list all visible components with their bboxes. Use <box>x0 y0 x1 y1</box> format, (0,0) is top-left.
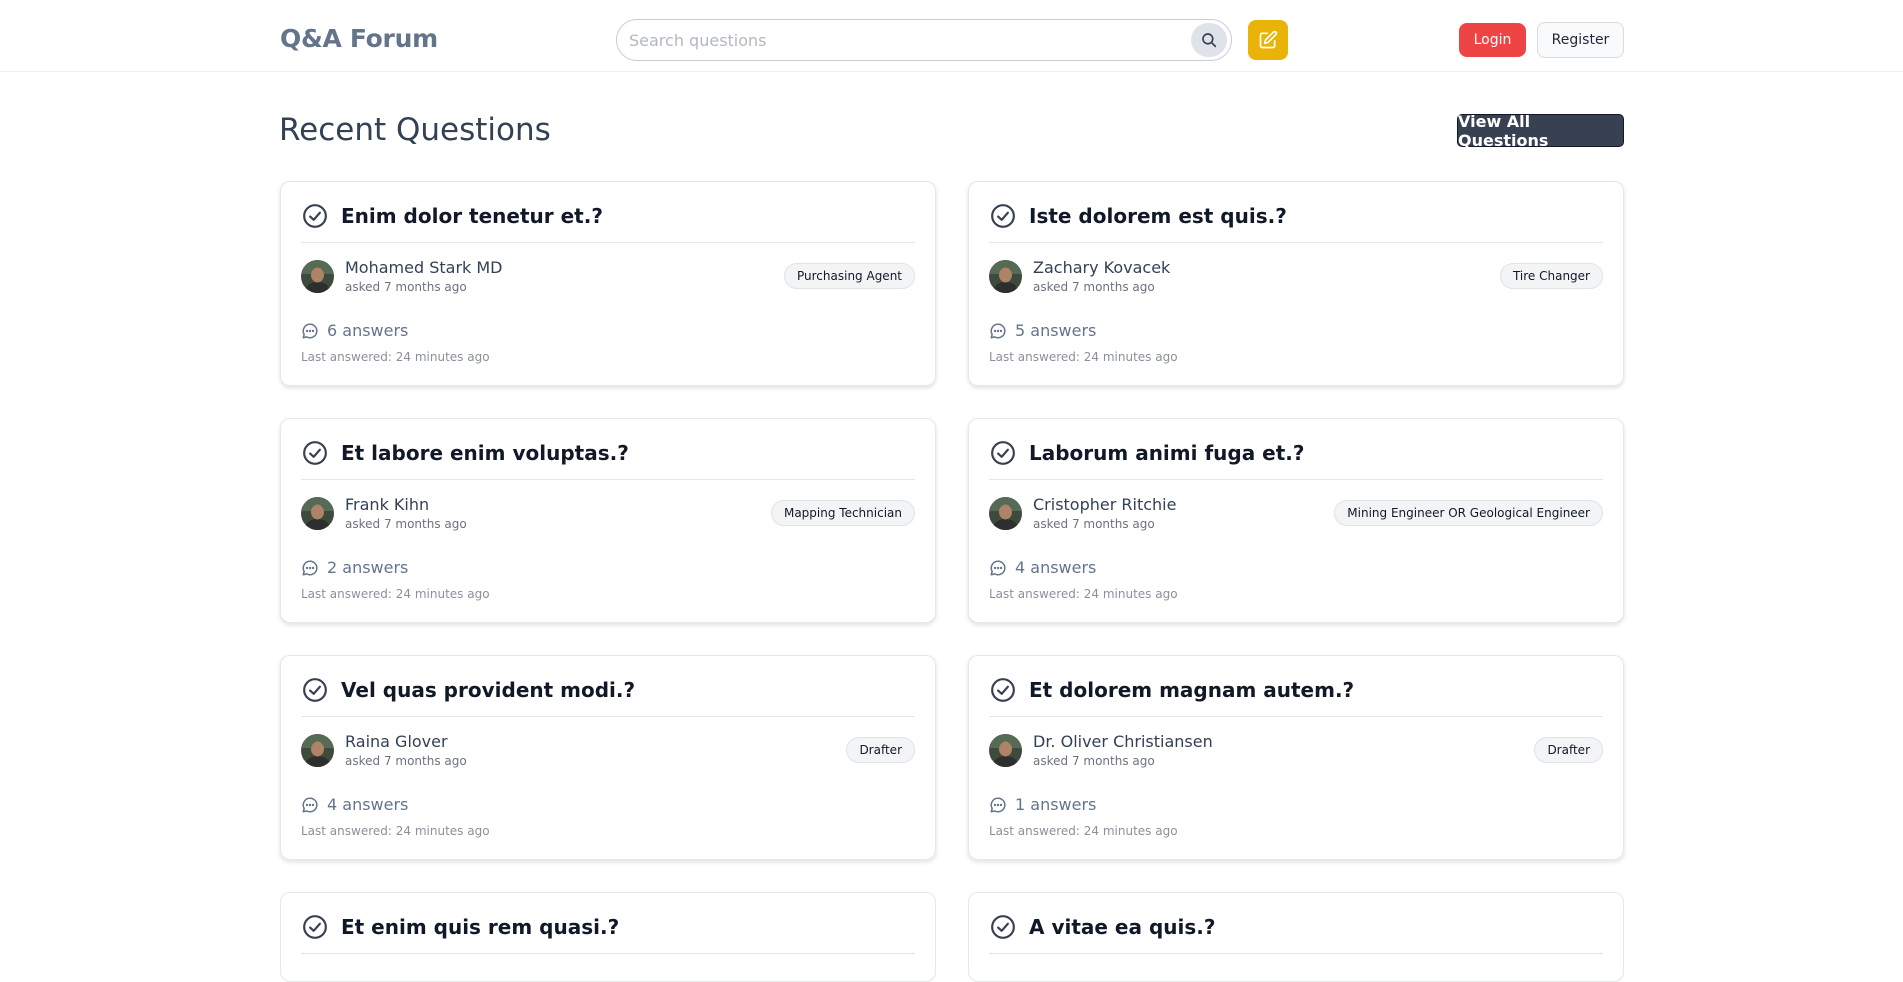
answer-count[interactable]: 6 answers <box>327 321 408 340</box>
edit-icon <box>1259 30 1278 49</box>
avatar[interactable] <box>989 734 1022 767</box>
occupation-tag[interactable]: Mapping Technician <box>770 500 915 526</box>
question-card: Laborum animi fuga et.? Cristopher Ritch… <box>968 418 1624 623</box>
brand-logo[interactable]: Q&A Forum <box>280 24 438 53</box>
chat-bubble-icon <box>990 560 1006 576</box>
occupation-tag[interactable]: Drafter <box>846 737 915 763</box>
occupation-tag[interactable]: Tire Changer <box>1499 263 1603 289</box>
author-name[interactable]: Frank Kihn <box>345 495 429 514</box>
page-title: Recent Questions <box>279 112 551 148</box>
check-circle-icon <box>991 441 1015 465</box>
last-answered: Last answered: 24 minutes ago <box>989 587 1178 601</box>
question-title[interactable]: A vitae ea quis.? <box>1029 915 1215 939</box>
author-name[interactable]: Zachary Kovacek <box>1033 258 1170 277</box>
chat-bubble-icon <box>990 323 1006 339</box>
check-circle-icon <box>991 915 1015 939</box>
last-answered: Last answered: 24 minutes ago <box>989 350 1178 364</box>
question-title[interactable]: Et labore enim voluptas.? <box>341 441 629 465</box>
answer-count[interactable]: 2 answers <box>327 558 408 577</box>
asked-time: asked 7 months ago <box>1033 754 1155 768</box>
check-circle-icon <box>303 678 327 702</box>
last-answered: Last answered: 24 minutes ago <box>301 824 490 838</box>
check-circle-icon <box>991 678 1015 702</box>
search-bar <box>616 19 1232 61</box>
answer-count[interactable]: 1 answers <box>1015 795 1096 814</box>
question-card: Enim dolor tenetur et.? Mohamed Stark MD… <box>280 181 936 386</box>
question-title[interactable]: Enim dolor tenetur et.? <box>341 204 603 228</box>
card-divider <box>301 953 915 954</box>
question-title[interactable]: Et enim quis rem quasi.? <box>341 915 619 939</box>
author-name[interactable]: Raina Glover <box>345 732 448 751</box>
occupation-tag[interactable]: Mining Engineer OR Geological Engineer <box>1334 500 1603 526</box>
avatar[interactable] <box>989 260 1022 293</box>
last-answered: Last answered: 24 minutes ago <box>301 350 490 364</box>
question-card: Iste dolorem est quis.? Zachary Kovacek … <box>968 181 1624 386</box>
asked-time: asked 7 months ago <box>1033 517 1155 531</box>
top-nav: Q&A Forum Login Register <box>0 0 1903 72</box>
question-title[interactable]: Et dolorem magnam autem.? <box>1029 678 1354 702</box>
question-title[interactable]: Laborum animi fuga et.? <box>1029 441 1305 465</box>
question-card: A vitae ea quis.? <box>968 892 1624 982</box>
asked-time: asked 7 months ago <box>345 517 467 531</box>
answer-count[interactable]: 4 answers <box>1015 558 1096 577</box>
card-divider <box>301 479 915 480</box>
answer-count[interactable]: 5 answers <box>1015 321 1096 340</box>
chat-bubble-icon <box>302 797 318 813</box>
search-button[interactable] <box>1191 23 1227 57</box>
chat-bubble-icon <box>302 323 318 339</box>
question-title[interactable]: Iste dolorem est quis.? <box>1029 204 1287 228</box>
chat-bubble-icon <box>990 797 1006 813</box>
asked-time: asked 7 months ago <box>345 754 467 768</box>
last-answered: Last answered: 24 minutes ago <box>301 587 490 601</box>
card-divider <box>989 479 1603 480</box>
question-card: Et enim quis rem quasi.? <box>280 892 936 982</box>
asked-time: asked 7 months ago <box>1033 280 1155 294</box>
check-circle-icon <box>303 204 327 228</box>
chat-bubble-icon <box>302 560 318 576</box>
question-card: Et dolorem magnam autem.? Dr. Oliver Chr… <box>968 655 1624 860</box>
avatar[interactable] <box>989 497 1022 530</box>
author-name[interactable]: Dr. Oliver Christiansen <box>1033 732 1213 751</box>
author-name[interactable]: Cristopher Ritchie <box>1033 495 1176 514</box>
avatar[interactable] <box>301 497 334 530</box>
author-name[interactable]: Mohamed Stark MD <box>345 258 503 277</box>
check-circle-icon <box>303 441 327 465</box>
question-card: Vel quas provident modi.? Raina Glover a… <box>280 655 936 860</box>
question-title[interactable]: Vel quas provident modi.? <box>341 678 635 702</box>
check-circle-icon <box>991 204 1015 228</box>
card-divider <box>989 716 1603 717</box>
view-all-questions-button[interactable]: View All Questions <box>1457 112 1624 150</box>
search-icon <box>1202 33 1217 48</box>
card-divider <box>301 716 915 717</box>
question-card: Et labore enim voluptas.? Frank Kihn ask… <box>280 418 936 623</box>
card-divider <box>301 242 915 243</box>
card-divider <box>989 953 1603 954</box>
search-input[interactable] <box>629 28 1189 52</box>
avatar[interactable] <box>301 734 334 767</box>
avatar[interactable] <box>301 260 334 293</box>
asked-time: asked 7 months ago <box>345 280 467 294</box>
card-divider <box>989 242 1603 243</box>
register-button[interactable]: Register <box>1537 22 1624 58</box>
login-button[interactable]: Login <box>1459 23 1526 57</box>
answer-count[interactable]: 4 answers <box>327 795 408 814</box>
occupation-tag[interactable]: Drafter <box>1534 737 1603 763</box>
occupation-tag[interactable]: Purchasing Agent <box>784 263 915 289</box>
check-circle-icon <box>303 915 327 939</box>
ask-question-button[interactable] <box>1248 20 1288 60</box>
last-answered: Last answered: 24 minutes ago <box>989 824 1178 838</box>
